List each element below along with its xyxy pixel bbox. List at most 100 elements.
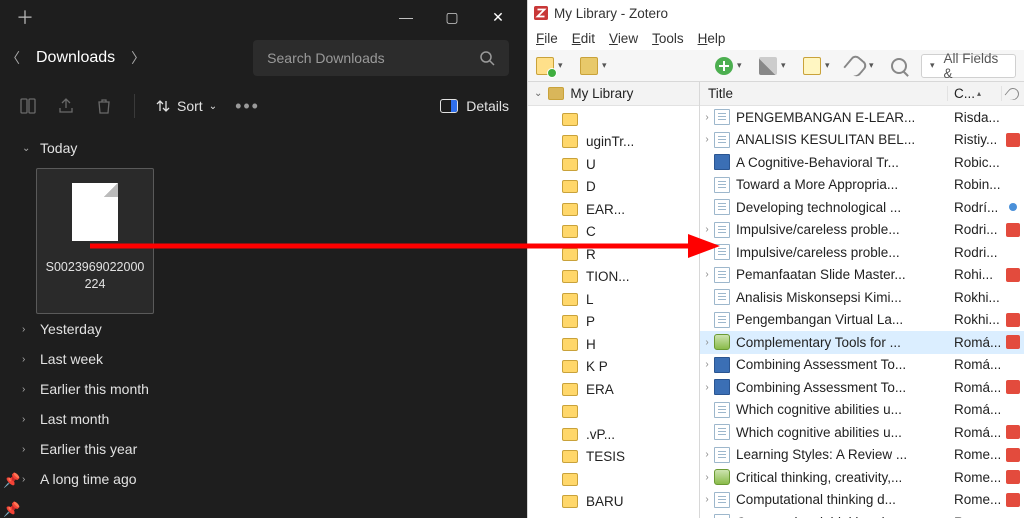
item-row[interactable]: Which cognitive abilities u...Romá... xyxy=(700,421,1024,444)
chevron-right-icon[interactable]: 〉 xyxy=(127,48,149,68)
item-author: Rodrí... xyxy=(948,200,1002,215)
tree-item[interactable]: EAR... xyxy=(562,198,699,221)
tree-item[interactable]: D xyxy=(562,176,699,199)
delete-icon[interactable] xyxy=(94,96,114,116)
tree-item[interactable]: TION... xyxy=(562,266,699,289)
group-label: Last month xyxy=(40,411,109,427)
item-row[interactable]: ›Pemanfaatan Slide Master...Rohi... xyxy=(700,264,1024,287)
tree-item[interactable]: .vP... xyxy=(562,423,699,446)
item-row[interactable]: Analisis Miskonsepsi Kimi...Rokhi... xyxy=(700,286,1024,309)
item-author: Ristiy... xyxy=(948,132,1002,147)
tree-item[interactable]: led xyxy=(562,513,699,518)
tree-item[interactable]: ERA xyxy=(562,378,699,401)
group-header[interactable]: ›Last month xyxy=(22,404,527,434)
item-row[interactable]: ›Complementary Tools for ...Romá... xyxy=(700,331,1024,354)
menu-file[interactable]: File xyxy=(536,31,558,46)
tree-item[interactable]: uginTr... xyxy=(562,131,699,154)
pdf-icon xyxy=(1006,425,1020,439)
details-toggle[interactable]: Details xyxy=(440,98,509,114)
expand-toggle[interactable]: › xyxy=(700,134,714,145)
tree-item[interactable] xyxy=(562,108,699,131)
tree-item[interactable]: U xyxy=(562,153,699,176)
item-type-icon xyxy=(714,177,730,193)
more-button[interactable]: ••• xyxy=(235,96,260,117)
close-button[interactable]: ✕ xyxy=(475,0,521,34)
advanced-search-button[interactable] xyxy=(891,58,907,74)
item-row[interactable]: ›Combining Assessment To...Romá... xyxy=(700,376,1024,399)
menu-edit[interactable]: Edit xyxy=(572,31,595,46)
address-bar: 〈 Downloads 〉 Search Downloads xyxy=(0,34,527,82)
minimize-button[interactable]: — xyxy=(383,0,429,34)
tree-item[interactable]: R xyxy=(562,243,699,266)
expand-toggle[interactable]: › xyxy=(700,449,714,460)
attach-button[interactable]: ▾ xyxy=(847,57,877,75)
share-icon[interactable] xyxy=(56,96,76,116)
cut-icon[interactable] xyxy=(18,96,38,116)
new-tab-button[interactable]: ＋ xyxy=(16,4,34,30)
item-row[interactable]: ›Impulsive/careless proble...Rodri... xyxy=(700,219,1024,242)
expand-toggle[interactable]: › xyxy=(700,382,714,393)
item-row[interactable]: Toward a More Appropria...Robin... xyxy=(700,174,1024,197)
col-creator[interactable]: C...▴ xyxy=(948,86,1002,101)
expand-toggle[interactable]: › xyxy=(700,359,714,370)
collections-tree[interactable]: ⌄ My Library uginTr...UDEAR...CRTION...L… xyxy=(528,82,700,518)
item-type-icon xyxy=(714,492,730,508)
expand-toggle[interactable]: › xyxy=(700,472,714,483)
group-header[interactable]: ›Earlier this year xyxy=(22,434,527,464)
new-item-button[interactable]: ▾ xyxy=(715,57,745,75)
tree-item[interactable] xyxy=(562,468,699,491)
search-input[interactable]: ▾ All Fields & xyxy=(921,54,1016,78)
tree-item[interactable] xyxy=(562,401,699,424)
item-title: Which cognitive abilities u... xyxy=(736,425,948,440)
expand-toggle[interactable]: › xyxy=(700,224,714,235)
tree-item[interactable]: TESIS xyxy=(562,446,699,469)
group-header[interactable]: ›Last week xyxy=(22,344,527,374)
add-by-id-button[interactable]: ▾ xyxy=(759,57,789,75)
tree-item[interactable]: K P xyxy=(562,356,699,379)
item-row[interactable]: Impulsive/careless proble...Rodri... xyxy=(700,241,1024,264)
group-header[interactable]: ›Yesterday xyxy=(22,314,527,344)
group-header[interactable]: ›Earlier this month xyxy=(22,374,527,404)
menu-help[interactable]: Help xyxy=(698,31,726,46)
item-row[interactable]: ›PENGEMBANGAN E-LEAR...Risda... xyxy=(700,106,1024,129)
tree-item[interactable]: C xyxy=(562,221,699,244)
expand-toggle[interactable]: › xyxy=(700,337,714,348)
item-row[interactable]: Which cognitive abilities u...Romá... xyxy=(700,399,1024,422)
group-today[interactable]: ⌄ Today xyxy=(22,134,527,162)
item-row[interactable]: ›Learning Styles: A Review ...Rome... xyxy=(700,444,1024,467)
tree-item[interactable]: H xyxy=(562,333,699,356)
item-row[interactable]: A Cognitive-Behavioral Tr...Robic... xyxy=(700,151,1024,174)
expand-toggle[interactable]: › xyxy=(700,269,714,280)
menu-tools[interactable]: Tools xyxy=(652,31,684,46)
item-author: Rokhi... xyxy=(948,290,1002,305)
chevron-left-icon[interactable]: 〈 xyxy=(2,48,24,68)
tree-item[interactable]: P xyxy=(562,311,699,334)
item-row[interactable]: ›Combining Assessment To...Romá... xyxy=(700,354,1024,377)
maximize-button[interactable]: ▢ xyxy=(429,0,475,34)
tree-item[interactable]: BARU xyxy=(562,491,699,514)
file-item[interactable]: S0023969022000 224 xyxy=(36,168,154,314)
item-row[interactable]: Pengembangan Virtual La...Rokhi... xyxy=(700,309,1024,332)
item-row[interactable]: ›Computational thinking d...Rome... xyxy=(700,489,1024,512)
item-type-icon xyxy=(714,222,730,238)
items-list[interactable]: ›PENGEMBANGAN E-LEAR...Risda...›ANALISIS… xyxy=(700,106,1024,518)
item-row[interactable]: Developing technological ...Rodrí... xyxy=(700,196,1024,219)
search-input[interactable]: Search Downloads xyxy=(253,40,509,76)
item-row[interactable]: ›Critical thinking, creativity,...Rome..… xyxy=(700,466,1024,489)
location-title[interactable]: Downloads xyxy=(32,49,119,67)
menu-view[interactable]: View xyxy=(609,31,638,46)
tree-item[interactable]: L xyxy=(562,288,699,311)
col-title[interactable]: Title xyxy=(700,86,948,101)
item-row[interactable]: ›ANALISIS KESULITAN BEL...Ristiy... xyxy=(700,129,1024,152)
group-header[interactable]: ›A long time ago xyxy=(22,464,527,494)
new-note-button[interactable]: ▾ xyxy=(803,57,833,75)
new-collection-button[interactable]: ▾ xyxy=(536,57,566,75)
col-attachment[interactable] xyxy=(1002,88,1024,100)
expand-toggle[interactable]: › xyxy=(700,494,714,505)
item-row[interactable]: Computational thinking d...Rome... xyxy=(700,511,1024,518)
expand-toggle[interactable]: › xyxy=(700,112,714,123)
new-library-button[interactable]: ▾ xyxy=(580,57,610,75)
folder-icon xyxy=(562,315,578,328)
sort-button[interactable]: Sort ⌄ xyxy=(155,98,217,114)
tree-root[interactable]: ⌄ My Library xyxy=(528,82,699,106)
